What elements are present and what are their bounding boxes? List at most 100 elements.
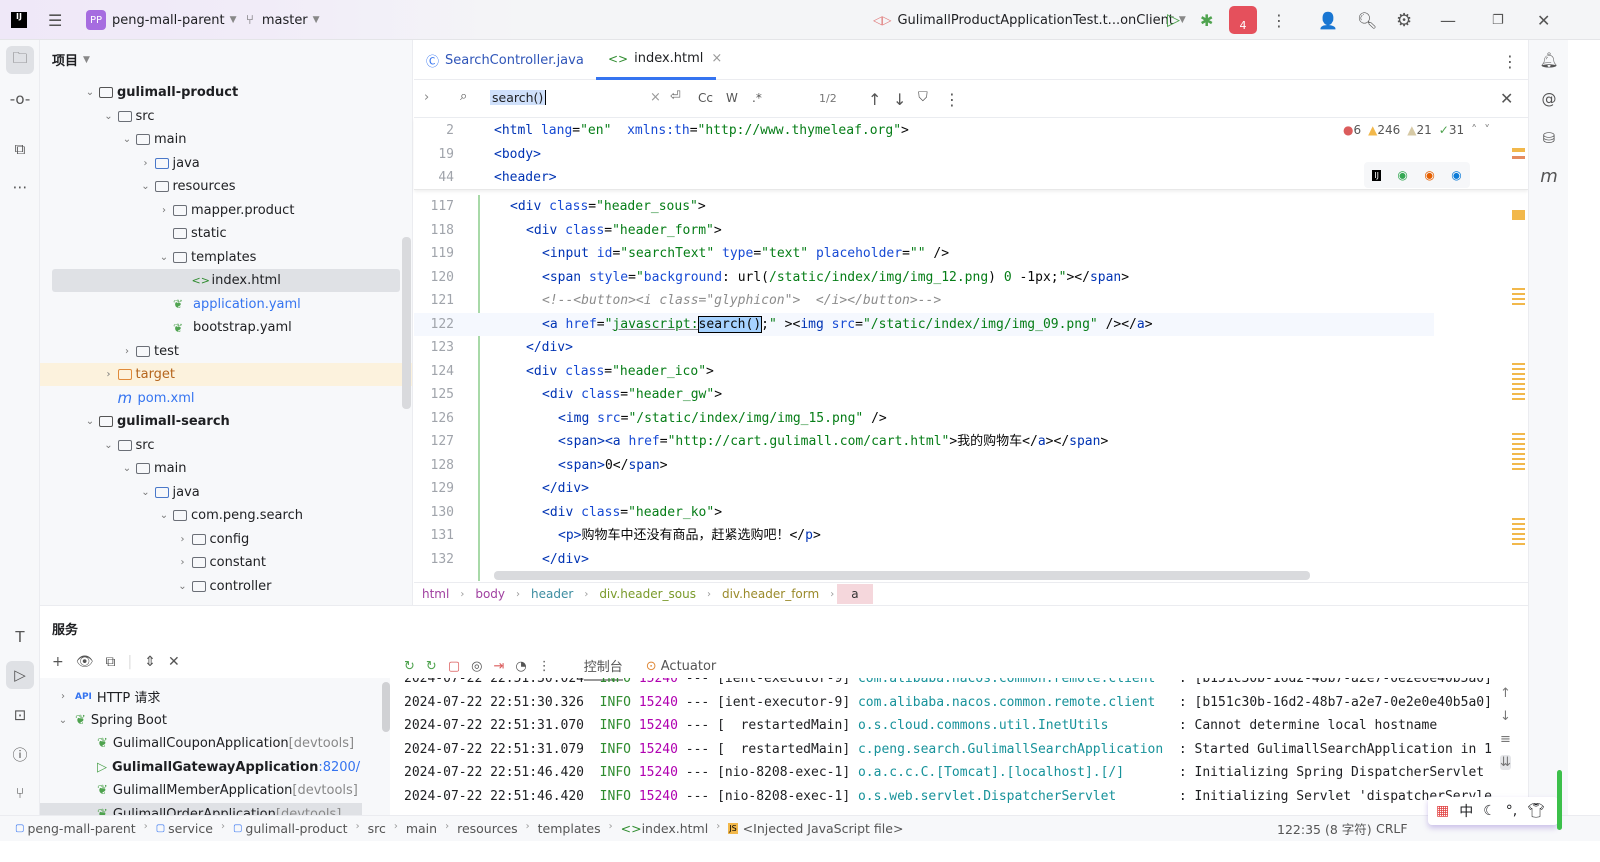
whole-word-toggle[interactable]: W	[726, 91, 738, 105]
code-line[interactable]: 128 <span>0</span>	[414, 454, 1434, 478]
tree-item[interactable]: ⌄ resources	[52, 175, 400, 198]
tree-item[interactable]: ⌄ main	[52, 457, 400, 480]
code-line[interactable]: 121 <!--<button><i class="glyphicon"> </i…	[414, 289, 1434, 313]
edge-icon[interactable]: ◉	[1451, 168, 1461, 182]
structure-icon[interactable]: ⧉	[6, 135, 34, 163]
tree-item[interactable]: › target	[40, 363, 412, 386]
screenshot-icon[interactable]: ◎	[471, 659, 482, 674]
project-switcher[interactable]: PP peng-mall-parent ▼	[86, 0, 237, 40]
code-line[interactable]: 118 <div class="header_form">	[414, 219, 1434, 243]
tree-item[interactable]: ⌄ gulimall-product	[52, 81, 400, 104]
intellij-browser-icon[interactable]: IJ	[1372, 169, 1381, 181]
chevron-right-icon[interactable]: ›	[139, 158, 153, 169]
punctuation-icon[interactable]: °,	[1506, 803, 1517, 819]
tree-item[interactable]: › config	[52, 528, 400, 551]
maven-icon[interactable]: m	[1535, 162, 1563, 190]
ime-language[interactable]: 中	[1459, 801, 1473, 821]
tree-item[interactable]: ⌄ main	[52, 128, 400, 151]
tree-item[interactable]: ⌄ templates	[52, 246, 400, 269]
restart-icon[interactable]: ↻	[426, 659, 437, 674]
tree-item[interactable]: ⌄ java	[52, 481, 400, 504]
branch-switcher[interactable]: ⑂ master ▼	[246, 0, 320, 40]
project-tool-icon[interactable]: 🗀	[6, 46, 34, 74]
profiler-icon[interactable]: ◔	[515, 659, 526, 674]
code-line[interactable]: 119 <input id="searchText" type="text" pl…	[414, 242, 1434, 266]
service-suffix[interactable]: :8200/	[318, 760, 360, 775]
minimize-button[interactable]: —	[1440, 11, 1456, 30]
code-line[interactable]: 127 <span><a href="http://cart.gulimall.c…	[414, 430, 1434, 454]
prev-highlight-icon[interactable]: ˄	[1471, 123, 1477, 137]
tree-item[interactable]: › constant	[52, 551, 400, 574]
chevron-down-icon[interactable]: ⌄	[102, 111, 116, 122]
chevron-down-icon[interactable]: ⌄	[102, 440, 116, 451]
debug-icon[interactable]: ✱	[1200, 11, 1213, 30]
ai-assistant-icon[interactable]: @	[1535, 85, 1563, 113]
console-output[interactable]: 2024-07-22 22:51:30.024 INFO 15240 --- […	[392, 678, 1492, 816]
code-line[interactable]: 120 <span style="background: url(/static/…	[414, 266, 1434, 290]
chevron-down-icon[interactable]: ⌄	[139, 487, 153, 498]
soft-wrap-icon[interactable]: ≡	[1500, 732, 1511, 747]
code-line[interactable]: 131 <p>购物车中还没有商品，赶紧选购吧！</p>	[414, 524, 1434, 548]
tree-item[interactable]: static	[52, 222, 400, 245]
tree-item[interactable]: ⌄ gulimall-search	[52, 410, 400, 433]
path-item[interactable]: resources	[452, 821, 523, 836]
new-line-icon[interactable]: ⏎	[670, 89, 681, 104]
tab-searchcontroller[interactable]: Ⓒ SearchController.java	[426, 40, 584, 80]
tree-scrollbar[interactable]	[402, 237, 411, 409]
scroll-up-icon[interactable]: ↑	[1500, 686, 1511, 701]
notifications-icon[interactable]: 🔔︎	[1535, 46, 1563, 74]
chevron-right-icon[interactable]: ›	[102, 369, 116, 380]
new-tab-icon[interactable]: ⧉	[106, 654, 116, 670]
build-icon[interactable]: T	[6, 623, 34, 651]
collapse-all-icon[interactable]: ✕	[168, 654, 180, 670]
windows-icon[interactable]: ▦	[1436, 803, 1449, 819]
error-stripe[interactable]	[1512, 148, 1526, 578]
code-line[interactable]: 19 <body>	[414, 143, 1434, 167]
search-icon[interactable]: 🔍︎	[1357, 11, 1377, 30]
breadcrumb-item[interactable]: header	[523, 587, 581, 601]
path-item[interactable]: templates	[533, 821, 606, 836]
chevron-right-icon[interactable]: ›	[56, 691, 70, 702]
git-icon[interactable]: ⑂	[6, 779, 34, 807]
find-more-icon[interactable]: ⋮	[944, 90, 960, 109]
firefox-icon[interactable]: ◉	[1424, 168, 1434, 182]
path-item[interactable]: ▢ peng-mall-parent	[10, 821, 141, 836]
stop-icon[interactable]: ▢	[448, 659, 460, 674]
tree-item[interactable]: ❦ bootstrap.yaml	[52, 316, 400, 339]
filter-icon[interactable]: ⛉	[918, 90, 928, 105]
next-match-icon[interactable]: ↓	[893, 90, 906, 109]
breadcrumb-item[interactable]: html	[414, 587, 457, 601]
chevron-down-icon[interactable]: ⌄	[83, 87, 97, 98]
services-tool-icon[interactable]: ▷	[6, 661, 34, 689]
skin-icon[interactable]: 👕︎	[1527, 803, 1545, 819]
match-case-toggle[interactable]: Cc	[698, 91, 713, 105]
horizontal-scrollbar[interactable]	[494, 571, 1310, 580]
chevron-down-icon[interactable]: ⌄	[176, 581, 190, 592]
path-item[interactable]: ▢ service	[151, 821, 218, 836]
tree-item[interactable]: <> index.html	[52, 269, 400, 292]
code-line[interactable]: 122 <a href="javascript:search();" ><img …	[414, 312, 1434, 336]
settings-icon[interactable]: ⚙	[1396, 10, 1412, 31]
expand-replace-icon[interactable]: ›	[424, 90, 429, 105]
clear-search-icon[interactable]: ×	[650, 90, 661, 105]
chevron-right-icon[interactable]: ›	[176, 557, 190, 568]
code-line[interactable]: 117 <div class="header_sous">	[414, 195, 1434, 219]
breadcrumb-item[interactable]: body	[467, 587, 513, 601]
view-options-icon[interactable]: 👁︎	[76, 654, 94, 670]
code-line[interactable]: 124 <div class="header_ico">	[414, 360, 1434, 384]
chevron-down-icon[interactable]: ⌄	[157, 252, 171, 263]
code-line[interactable]: 129 </div>	[414, 477, 1434, 501]
add-service-icon[interactable]: +	[52, 654, 64, 670]
code-line[interactable]: 44 <header>	[414, 166, 1434, 190]
path-item[interactable]: JS <Injected JavaScript file>	[723, 821, 908, 836]
code-line[interactable]: 132 </div>	[414, 548, 1434, 572]
breadcrumb-item[interactable]: div.header_form	[714, 587, 827, 601]
exit-icon[interactable]: ⇥	[493, 659, 504, 674]
run-icon[interactable]: ▷	[1167, 10, 1180, 30]
tree-item[interactable]: › test	[52, 340, 400, 363]
service-item[interactable]: ⌄ ❦ Spring Boot	[40, 709, 362, 732]
main-menu-icon[interactable]: ☰	[48, 11, 62, 30]
close-tab-icon[interactable]: ×	[711, 51, 722, 66]
regex-toggle[interactable]: .*	[752, 91, 762, 105]
expand-all-icon[interactable]: ⇕	[144, 654, 156, 670]
